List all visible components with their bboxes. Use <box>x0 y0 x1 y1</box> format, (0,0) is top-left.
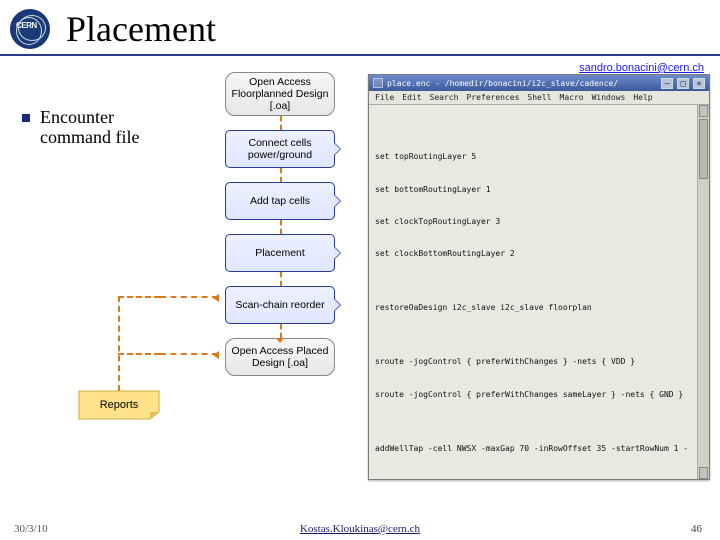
menu-file[interactable]: File <box>375 93 394 102</box>
window-minimize-button[interactable]: – <box>661 78 673 89</box>
connector-dashed <box>118 353 160 355</box>
flowchart: Open Access Floorplanned Design [.oa] Co… <box>210 72 350 376</box>
reports-label: Reports <box>100 399 139 411</box>
cern-logo-icon: CERN <box>10 9 50 49</box>
menu-help[interactable]: Help <box>633 93 652 102</box>
flow-node-end: Open Access Placed Design [.oa] <box>225 338 335 376</box>
code-line: set bottomRoutingLayer 1 <box>375 185 703 196</box>
menu-shell[interactable]: Shell <box>527 93 551 102</box>
terminal-menubar: File Edit Search Preferences Shell Macro… <box>369 91 709 105</box>
window-close-button[interactable]: × <box>693 78 705 89</box>
scroll-down-button[interactable] <box>699 467 708 479</box>
scroll-thumb[interactable] <box>699 119 708 179</box>
bullet-item: Encounter command file <box>22 108 160 148</box>
bullet-square-icon <box>22 114 30 122</box>
window-maximize-button[interactable]: □ <box>677 78 689 89</box>
page-number: 46 <box>691 523 702 535</box>
flow-node-placement: Placement <box>225 234 335 272</box>
terminal-body[interactable]: set topRoutingLayer 5 set bottomRoutingL… <box>369 105 709 479</box>
terminal-scrollbar[interactable] <box>697 105 709 479</box>
code-line: set clockTopRoutingLayer 3 <box>375 217 703 228</box>
cern-logo-text: CERN <box>16 21 37 30</box>
page-title: Placement <box>66 8 216 50</box>
footer: 30/3/10 Kostas.Kloukinas@cern.ch 46 <box>0 518 720 540</box>
code-line: restoreOaDesign i2c_slave i2c_slave floo… <box>375 303 703 314</box>
menu-macro[interactable]: Macro <box>560 93 584 102</box>
flow-node-addtap: Add tap cells <box>225 182 335 220</box>
menu-search[interactable]: Search <box>430 93 459 102</box>
flow-node-scanreorder: Scan-chain reorder <box>225 286 335 324</box>
flow-node-connect: Connect cells power/ground <box>225 130 335 168</box>
code-line: sroute -jogControl { preferWithChanges }… <box>375 357 703 368</box>
connector-dashed <box>118 296 160 298</box>
content-area: Encounter command file Open Access Floor… <box>0 72 720 516</box>
code-line: set clockBottomRoutingLayer 2 <box>375 249 703 260</box>
menu-edit[interactable]: Edit <box>402 93 421 102</box>
connector-dashed <box>160 353 218 355</box>
menu-windows[interactable]: Windows <box>592 93 626 102</box>
title-bar: CERN Placement <box>0 0 720 56</box>
scroll-up-button[interactable] <box>699 105 708 117</box>
flow-node-start: Open Access Floorplanned Design [.oa] <box>225 72 335 116</box>
reports-note: Reports <box>78 390 160 420</box>
footer-email-link[interactable]: Kostas.Kloukinas@cern.ch <box>300 523 420 535</box>
terminal-app-icon <box>373 78 383 88</box>
code-line: sroute -jogControl { preferWithChanges s… <box>375 390 703 401</box>
terminal-title: place.enc - /homedir/bonacini/i2c_slave/… <box>387 79 618 88</box>
code-line: addWellTap -cell NWSX -maxGap 70 -inRowO… <box>375 444 703 455</box>
terminal-window: place.enc - /homedir/bonacini/i2c_slave/… <box>368 74 710 480</box>
connector-dashed <box>160 296 218 298</box>
connector-dashed-vert <box>118 296 120 391</box>
bullet-text: Encounter command file <box>40 108 160 148</box>
footer-date: 30/3/10 <box>14 523 48 535</box>
menu-preferences[interactable]: Preferences <box>466 93 519 102</box>
code-line: set topRoutingLayer 5 <box>375 152 703 163</box>
terminal-titlebar: place.enc - /homedir/bonacini/i2c_slave/… <box>369 75 709 91</box>
